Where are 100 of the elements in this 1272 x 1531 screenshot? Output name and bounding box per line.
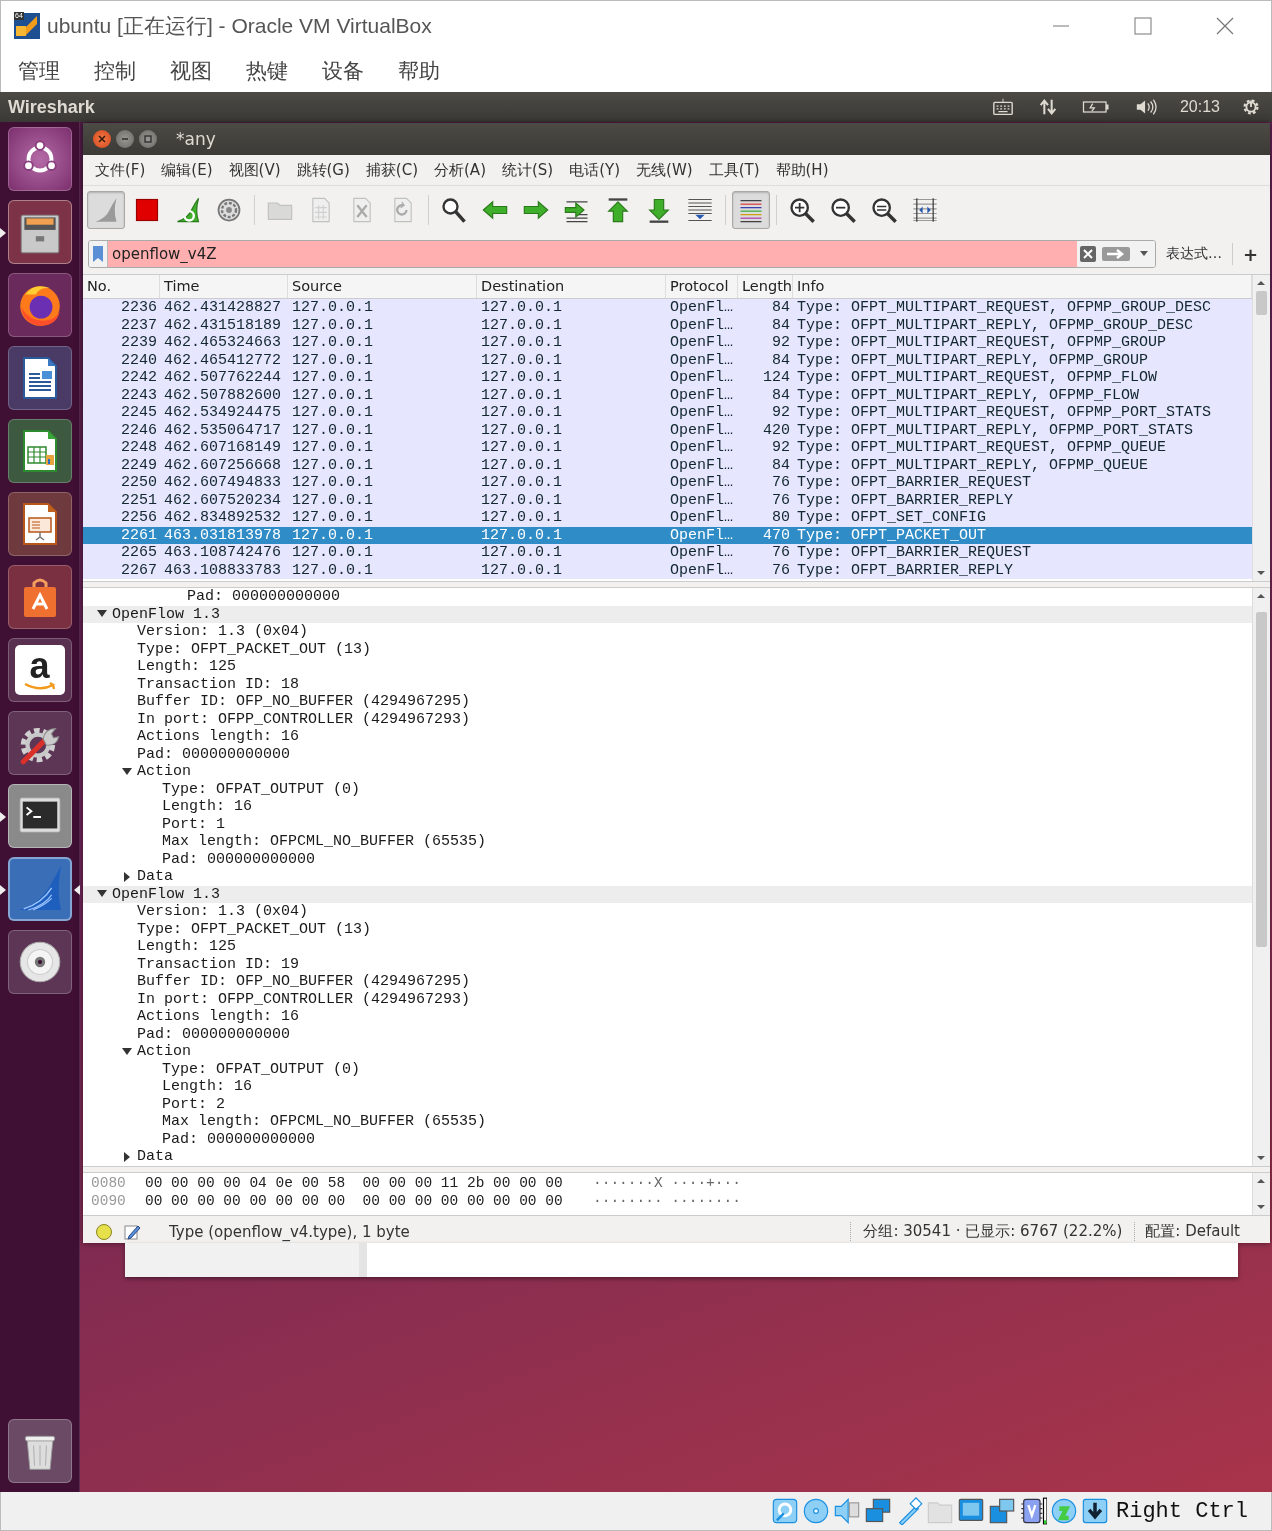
destination-address: 127.0.0.1	[480, 299, 563, 317]
launcher-button[interactable]	[7, 200, 72, 264]
destination-address: 127.0.0.1	[480, 544, 563, 562]
menu-item[interactable]: 热键	[239, 57, 295, 85]
menu-item[interactable]: 编辑(E)	[153, 160, 221, 180]
destination-address: 127.0.0.1	[480, 386, 563, 404]
packet-number: 2236	[120, 299, 158, 317]
packet-row[interactable]: 2239 462.465324663 127.0.0.1 127.0.0.1 OpenFl… 92 Type: OFPT_MULTIPART_REQUEST, OFPMP_GROUP	[83, 334, 1252, 352]
expert-info-icon[interactable]	[95, 1222, 113, 1241]
network-icon[interactable]	[864, 1497, 892, 1525]
launcher-button[interactable]	[7, 565, 72, 629]
tree-item[interactable]: OpenFlow 1.3	[112, 885, 221, 903]
colorize-button[interactable]	[732, 191, 770, 229]
menu-item[interactable]: 捕获(C)	[357, 160, 426, 180]
profile-label[interactable]: 配置: Default	[1145, 1222, 1270, 1241]
packet-row[interactable]: 2245 462.534924475 127.0.0.1 127.0.0.1 OpenFl… 92 Type: OFPT_MULTIPART_REQUEST, OFPMP_PORT_STATS	[83, 404, 1252, 422]
start-button[interactable]	[87, 191, 125, 229]
destination-address: 127.0.0.1	[480, 316, 563, 334]
protocol-name: OpenFl…	[669, 316, 734, 334]
launcher-button[interactable]	[7, 492, 72, 556]
hex-bytes[interactable]: 00 00 00 00 00 00 00 00 00 00 00 00 00 00 00 00	[145, 1192, 593, 1210]
menu-item[interactable]: 跳转(G)	[288, 160, 358, 180]
minimize-button[interactable]	[116, 130, 134, 148]
menu-item[interactable]: 帮助(H)	[767, 160, 837, 180]
expanded-arrow-icon[interactable]	[96, 610, 107, 619]
menu-item[interactable]: 管理	[11, 57, 67, 85]
tree-item[interactable]: Action	[137, 763, 191, 781]
menu-item[interactable]: 视图	[163, 57, 219, 85]
menu-item[interactable]: 无线(W)	[628, 160, 701, 180]
launcher-button[interactable]	[7, 127, 72, 191]
launcher-button[interactable]	[7, 784, 72, 848]
source-address: 127.0.0.1	[291, 334, 374, 352]
launcher-button[interactable]	[7, 711, 72, 775]
maximize-button[interactable]	[139, 130, 157, 148]
clock[interactable]: 20:13	[1179, 98, 1220, 116]
keyboard-capture-icon[interactable]	[1081, 1497, 1109, 1525]
packet-row[interactable]: 2242 462.507762244 127.0.0.1 127.0.0.1 OpenFl… 124 Type: OFPT_MULTIPART_REQUEST, OFPMP_FLOW	[83, 369, 1252, 387]
packet-row[interactable]: 2256 462.834892532 127.0.0.1 127.0.0.1 OpenFl… 80 Type: OFPT_SET_CONFIG	[83, 509, 1252, 527]
column-header[interactable]: No.	[83, 275, 160, 298]
cpu-chip-icon[interactable]	[1019, 1497, 1047, 1525]
launcher-button[interactable]: a	[7, 638, 72, 702]
tree-item[interactable]: Data	[137, 868, 173, 886]
protocol-name: OpenFl…	[669, 386, 734, 404]
tree-item[interactable]: Action	[137, 1043, 191, 1061]
source-address: 127.0.0.1	[291, 421, 374, 439]
launcher-button[interactable]	[7, 419, 72, 483]
column-header[interactable]: Time	[160, 275, 288, 298]
menu-item[interactable]: 分析(A)	[426, 160, 494, 180]
column-header[interactable]: Length	[738, 275, 793, 298]
tree-item[interactable]: OpenFlow 1.3	[112, 605, 221, 623]
menu-item[interactable]: 帮助	[391, 57, 447, 85]
expanded-arrow-icon[interactable]	[121, 1047, 132, 1056]
add-button[interactable]: +	[1232, 243, 1264, 265]
packet-row[interactable]: 2265 463.108742476 127.0.0.1 127.0.0.1 OpenFl… 76 Type: OFPT_BARRIER_REQUEST	[83, 544, 1252, 562]
video-capture-icon[interactable]	[988, 1497, 1016, 1525]
shopping-icon[interactable]: a	[14, 645, 65, 695]
scrollbar-thumb[interactable]	[1256, 291, 1267, 315]
filter-field[interactable]: openflow_v4Z	[108, 241, 1077, 267]
filter-box[interactable]: openflow_v4Z	[88, 240, 1156, 268]
expanded-arrow-icon[interactable]	[121, 767, 132, 776]
menu-item[interactable]: 工具(T)	[700, 160, 768, 180]
tree-item: Port: 2	[162, 1095, 225, 1113]
expanded-arrow-icon[interactable]	[96, 890, 107, 899]
packet-row[interactable]: 2248 462.607168149 127.0.0.1 127.0.0.1 OpenFl… 92 Type: OFPT_MULTIPART_REQUEST, OFPMP_QUEUE	[83, 439, 1252, 457]
app-name: Wireshark	[8, 96, 96, 118]
launcher-button[interactable]	[7, 1419, 72, 1483]
menu-item[interactable]: 统计(S)	[494, 160, 562, 180]
collapsed-arrow-icon[interactable]	[122, 871, 131, 882]
collapsed-arrow-icon[interactable]	[122, 1151, 131, 1162]
packet-row[interactable]: 2236 462.431428827 127.0.0.1 127.0.0.1 OpenFl… 84 Type: OFPT_MULTIPART_REQUEST, OFPMP_GROUP_DESC	[83, 299, 1252, 317]
launcher-button[interactable]	[7, 930, 72, 994]
launcher-button[interactable]	[7, 346, 72, 410]
menu-item[interactable]: 电话(Y)	[561, 160, 629, 180]
protocol-name: OpenFl…	[669, 351, 734, 369]
scrollbar-thumb[interactable]	[1256, 612, 1267, 947]
source-address: 127.0.0.1	[291, 386, 374, 404]
hex-bytes[interactable]: 00 00 00 00 04 0e 00 58 00 00 00 11 2b 00 00 00	[145, 1175, 593, 1193]
ascii-bytes[interactable]: ········ ········	[593, 1192, 741, 1210]
packet-row[interactable]: 2250 462.607494833 127.0.0.1 127.0.0.1 OpenFl… 76 Type: OFPT_BARRIER_REQUEST	[83, 474, 1252, 492]
launcher-button[interactable]	[7, 273, 72, 337]
close-button[interactable]	[93, 130, 111, 148]
packet-number: 2261	[120, 526, 158, 544]
expression-button[interactable]: 表达式…	[1155, 245, 1232, 263]
optical-disc-icon[interactable]	[802, 1497, 830, 1525]
menu-item[interactable]: 控制	[87, 57, 143, 85]
column-header[interactable]: Source	[288, 275, 477, 298]
menu-item[interactable]: 文件(F)	[87, 160, 154, 180]
packet-time: 463.108742476	[163, 544, 283, 562]
packet-number: 2251	[120, 491, 158, 509]
destination-address: 127.0.0.1	[480, 439, 563, 457]
column-header[interactable]: Protocol	[666, 275, 738, 298]
bookmark-icon[interactable]	[92, 245, 104, 263]
menu-item[interactable]: 设备	[315, 57, 371, 85]
packet-number: 2240	[120, 351, 158, 369]
speaker-icon[interactable]	[833, 1497, 861, 1525]
edit-comment-icon[interactable]	[123, 1222, 141, 1241]
ascii-bytes[interactable]: ·······X ····+···	[593, 1175, 741, 1193]
column-header[interactable]: Destination	[477, 275, 666, 298]
tree-item[interactable]: Data	[137, 1148, 173, 1166]
menu-item[interactable]: 视图(V)	[220, 160, 289, 180]
